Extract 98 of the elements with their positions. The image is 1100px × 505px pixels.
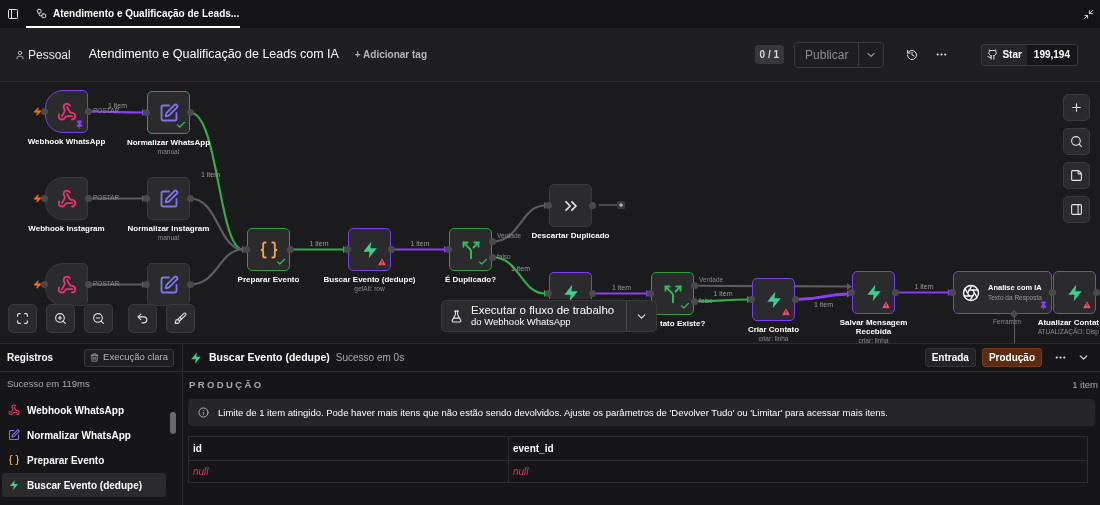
node-label: Webhook WhatsApp [27,137,106,147]
log-item[interactable]: Buscar Evento (dedupe) [2,473,166,498]
run-status: Sucesso em 119ms [6,377,91,391]
workflow-title[interactable]: Atendimento e Qualificação de Leads com IA [88,45,339,64]
workflow-node[interactable] [549,272,592,299]
collapse-icon[interactable] [1082,8,1094,20]
history-icon[interactable] [906,48,919,61]
node-label: Preparar Evento [237,275,300,285]
workflow-icon [36,7,47,19]
column-header: id [189,437,509,461]
search-icon [1070,135,1083,148]
version-counter: 0 / 1 [754,45,785,64]
workflow-node[interactable] [549,184,592,227]
pencil-square-icon [158,102,179,123]
zoom-in-icon [54,312,67,325]
column-header: event_id [512,442,555,457]
bolt-icon [8,479,20,492]
table-cell: null [189,461,509,483]
zoom-out-icon [92,312,105,325]
tidy-up-button[interactable] [166,304,195,333]
node-label: Descartar Duplicado [531,231,610,241]
add-node-button[interactable] [1063,94,1090,121]
workflow-node[interactable] [1053,271,1096,314]
run-workflow-button[interactable]: Executar o fluxo de trabalho do Webhook WhatsApp [441,300,657,332]
split-arrows-icon [460,239,481,260]
plus-icon [1070,101,1083,114]
zoom-out-button[interactable] [84,304,113,333]
add-tag-link[interactable]: + Adicionar tag [354,47,427,62]
run-button-title: Executar o fluxo de trabalho [471,304,615,318]
undo-button[interactable] [128,304,157,333]
github-icon [987,49,999,60]
tidy-up-icon [174,312,187,325]
node-label: Buscar Evento (dedupe) [323,275,416,285]
output-node-name: Buscar Evento (dedupe) [209,349,330,365]
aperture-icon [962,283,980,302]
sidebar-toggle-icon[interactable] [7,8,19,20]
node-label: É Duplicado? [444,275,497,285]
webhook-icon [56,188,77,209]
node-label: Salvar Mensagem Recebida [838,318,909,337]
log-item[interactable]: Webhook WhatsApp [2,398,166,423]
braces-icon [8,454,20,467]
tool-connection-line [1014,317,1015,343]
side-panel-button[interactable] [1063,196,1090,223]
workflow-node[interactable] [45,263,88,306]
workflow-node[interactable] [449,228,492,271]
workflow-node[interactable] [348,228,391,271]
notice-text: Limite de 1 item atingido. Pode haver mais itens que não estão sendo devolvidos. Ajuste os parâmetros de 'Devolver Tudo' ou 'Limitar' para acessar mais itens. [218,405,888,420]
panel-tab[interactable]: Entrada [924,348,976,367]
workflow-node[interactable] [752,278,795,321]
node-label: Atualizar Contat [1037,318,1099,327]
star-count: 199,194 [1026,44,1077,65]
flask-icon [450,309,463,323]
info-icon [198,407,209,419]
node-label: Webhook Instagram [28,224,105,234]
split-arrows-icon [662,283,683,304]
logs-title: Registros [7,351,54,365]
workflow-node[interactable] [247,228,290,271]
panel-tab[interactable]: Produção [981,348,1042,367]
log-item[interactable]: Preparar Evento [2,448,166,473]
webhook-icon [8,404,20,417]
workflow-node[interactable] [147,263,190,306]
pencil-square-icon [8,429,20,442]
fit-view-icon [16,312,29,325]
zoom-in-button[interactable] [46,304,75,333]
search-button[interactable] [1063,128,1090,155]
braces-icon [258,239,279,260]
workflow-node[interactable] [147,177,190,220]
pencil-square-icon [158,274,179,295]
log-item[interactable]: Normalizar WhatsApp [2,423,166,448]
tool-port [1009,309,1019,319]
clear-execution-button[interactable]: Execução clara [84,348,174,367]
workflow-node[interactable] [45,90,88,133]
note-icon [1070,169,1083,182]
node-label: Normalizar Instagram [127,224,210,234]
sticky-note-button[interactable] [1063,162,1090,189]
webhook-icon [56,101,77,122]
output-heading: PRODUÇÃO [189,378,264,392]
github-star-button[interactable]: Star [982,44,1027,65]
workflow-node[interactable] [651,272,694,315]
table-cell-text: null [512,465,530,480]
node-label: tato Existe? [660,319,706,329]
item-count: 1 item [1072,378,1098,392]
output-status: Sucesso em 0s [335,351,405,365]
workflow-node[interactable] [45,177,88,220]
github-star-widget[interactable]: Star 199,194 [981,43,1078,66]
webhook-icon [56,274,77,295]
bolt-icon [189,350,203,365]
run-button-subtitle: do Webhook WhatsApp [471,317,572,328]
user-icon [15,49,25,60]
project-name[interactable]: Pessoal [28,45,71,64]
panel-icon [1070,203,1083,216]
fit-view-button[interactable] [8,304,37,333]
add-connection-stub[interactable] [598,201,625,209]
workflow-node[interactable] [852,271,895,314]
node-label: Criar Contato [747,325,800,335]
undo-icon [136,312,149,325]
trash-icon [90,353,100,362]
workflow-node[interactable] [147,91,190,134]
